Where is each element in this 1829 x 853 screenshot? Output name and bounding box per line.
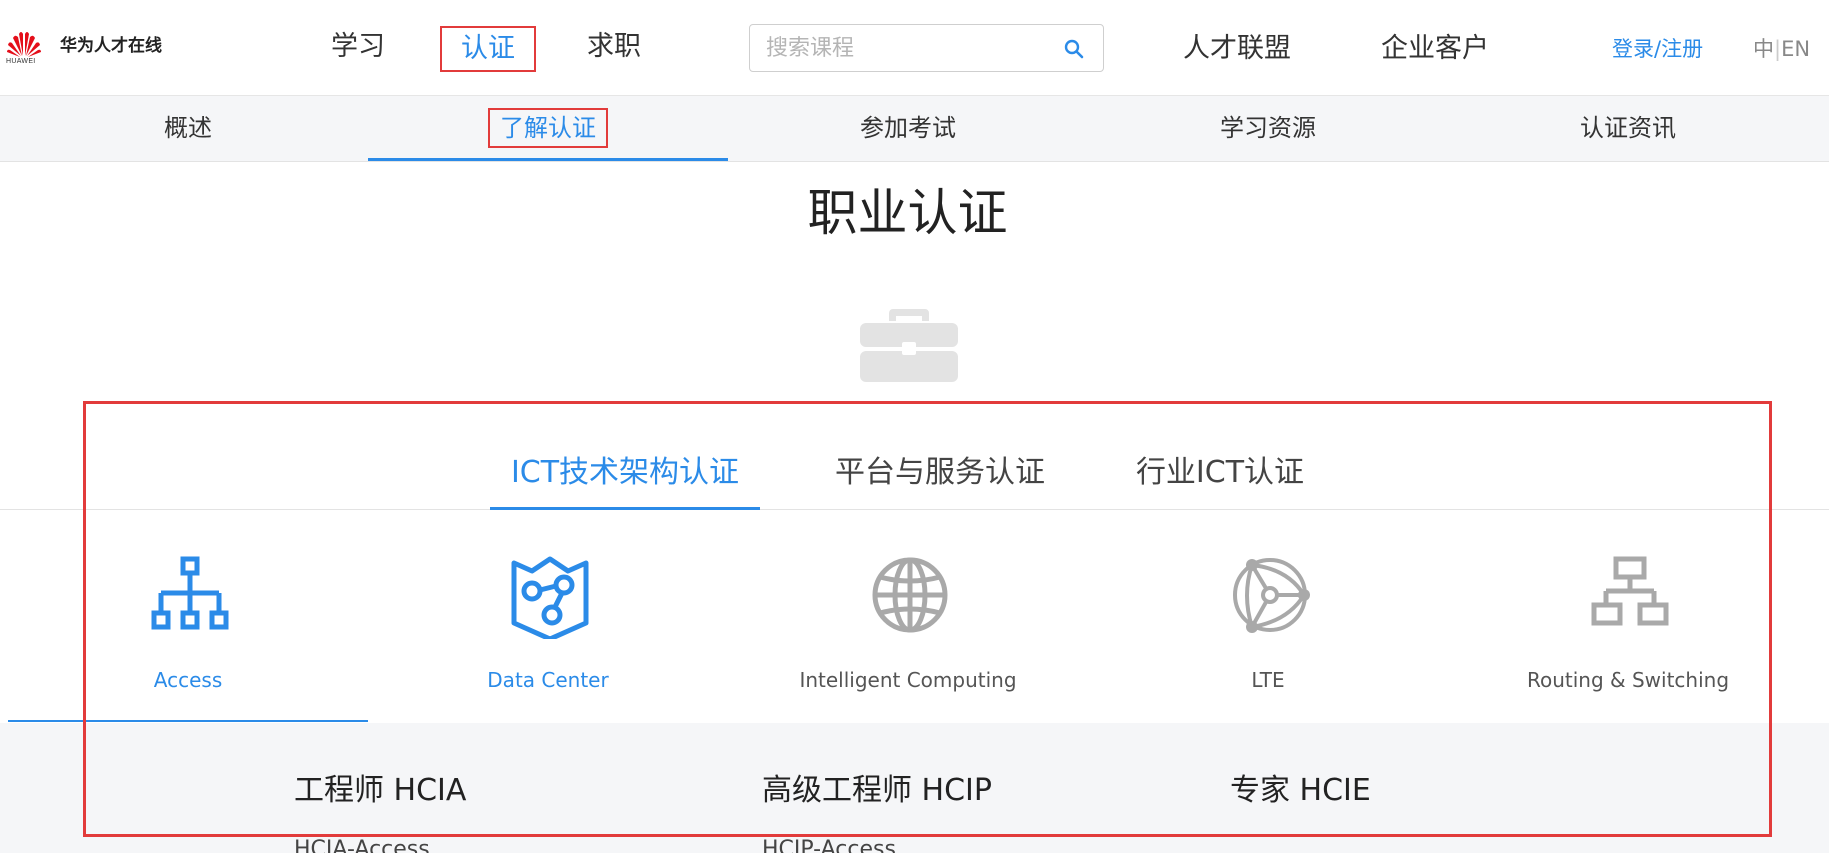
search-icon[interactable] xyxy=(1063,38,1085,60)
tech-item-access[interactable]: Access xyxy=(8,555,368,725)
tech-item-routing-switching[interactable]: Routing & Switching xyxy=(1448,555,1808,725)
nav-learn[interactable]: 学习 xyxy=(320,26,396,72)
site-logo[interactable]: HUAWEI 华为人才在线 xyxy=(6,28,162,65)
search-box xyxy=(749,24,1104,72)
subnav-learning-resources[interactable]: 学习资源 xyxy=(1088,96,1448,162)
tech-label: Routing & Switching xyxy=(1526,668,1730,692)
language-switch: 中|EN xyxy=(1753,34,1810,64)
tech-label: Access xyxy=(153,668,223,692)
level-link-hcip[interactable]: HCIP-Access xyxy=(762,835,896,853)
logo-wordmark: HUAWEI xyxy=(6,58,36,65)
tab-ict-architecture[interactable]: ICT技术架构认证 xyxy=(490,450,760,510)
subnav-active-underline xyxy=(368,158,728,161)
tech-active-underline xyxy=(8,720,368,722)
subnav-label: 概述 xyxy=(164,114,212,142)
network-sphere-icon xyxy=(1230,555,1310,639)
subnav-about-certification[interactable]: 了解认证 xyxy=(368,96,728,162)
hierarchy-icon xyxy=(150,555,230,639)
level-title-hcip: 高级工程师 HCIP xyxy=(762,773,992,808)
nav-certification[interactable]: 认证 xyxy=(440,26,536,72)
subnav-overview[interactable]: 概述 xyxy=(8,96,368,162)
subnav-certification-news[interactable]: 认证资讯 xyxy=(1448,96,1808,162)
sub-nav: 概述 了解认证 参加考试 学习资源 认证资讯 xyxy=(0,96,1829,162)
nav-enterprise[interactable]: 企业客户 xyxy=(1381,30,1489,68)
top-header: HUAWEI 华为人才在线 学习 认证 求职 人才联盟 企业客户 登录/注册 中… xyxy=(0,0,1829,96)
tab-platform-service[interactable]: 平台与服务认证 xyxy=(820,450,1060,510)
subnav-label: 认证资讯 xyxy=(1580,114,1676,142)
data-center-icon xyxy=(510,555,590,642)
nav-jobs[interactable]: 求职 xyxy=(576,26,652,72)
level-title-hcie: 专家 HCIE xyxy=(1230,773,1371,808)
nav-talent-alliance[interactable]: 人才联盟 xyxy=(1183,30,1291,68)
tech-label: Intelligent Computing xyxy=(799,668,1017,692)
certification-levels: 工程师 HCIA HCIA-Access 高级工程师 HCIP HCIP-Acc… xyxy=(0,723,1829,853)
page-title: 职业认证 xyxy=(807,184,1008,242)
lang-zh[interactable]: 中 xyxy=(1753,37,1774,61)
briefcase-icon xyxy=(860,306,958,382)
subnav-label: 学习资源 xyxy=(1220,114,1316,142)
lang-en[interactable]: EN xyxy=(1781,37,1810,61)
login-register-link[interactable]: 登录/注册 xyxy=(1612,34,1703,64)
subnav-label: 参加考试 xyxy=(860,114,956,142)
tech-label: LTE xyxy=(1251,668,1285,692)
search-input[interactable] xyxy=(766,33,1056,63)
tech-item-intelligent-computing[interactable]: Intelligent Computing xyxy=(728,555,1088,725)
tech-label: Data Center xyxy=(487,668,609,692)
globe-icon xyxy=(870,555,950,639)
tech-item-lte[interactable]: LTE xyxy=(1088,555,1448,725)
level-title-hcia: 工程师 HCIA xyxy=(294,773,467,808)
network-topology-icon xyxy=(1590,555,1670,639)
huawei-logo-icon: HUAWEI xyxy=(6,28,42,65)
subnav-take-exam[interactable]: 参加考试 xyxy=(728,96,1088,162)
tech-item-data-center[interactable]: Data Center xyxy=(368,555,728,725)
subnav-label: 了解认证 xyxy=(488,108,608,148)
level-link-hcia[interactable]: HCIA-Access xyxy=(294,835,430,853)
tab-industry-ict[interactable]: 行业ICT认证 xyxy=(1130,450,1310,510)
site-name: 华为人才在线 xyxy=(60,35,162,56)
